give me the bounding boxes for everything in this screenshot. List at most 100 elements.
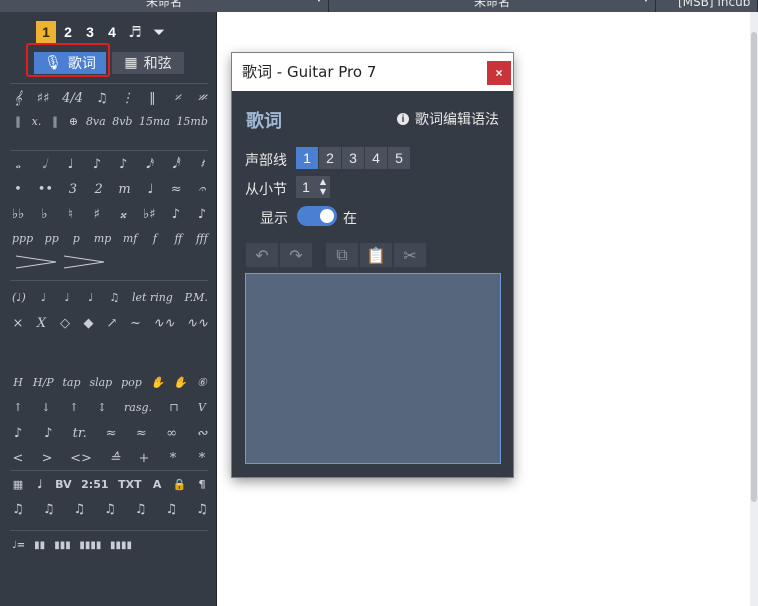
show-toggle[interactable] [297,206,337,226]
sharp-icon[interactable]: ♯ [91,207,103,222]
brush-up-icon[interactable]: ↑ [12,401,24,414]
ottava-up-icon[interactable]: 8va [86,115,106,128]
upstroke-icon[interactable]: V [196,401,208,414]
tap-icon[interactable]: tap [63,376,81,389]
track-4-button[interactable]: 4 [365,147,387,169]
voice-4-button[interactable]: 4 [102,21,122,43]
accent-icon[interactable]: ♩ [37,291,49,304]
volume-master-icon[interactable]: ▮▮▮ [54,540,71,551]
string-six-icon[interactable]: ⑥ [196,376,208,389]
tempo-icon[interactable]: ♩= [12,540,25,551]
legato-icon[interactable]: ♫ [108,291,120,304]
fingering-icon[interactable]: + [138,451,150,466]
close-button[interactable]: × [487,61,511,85]
chevron-down-icon[interactable]: ▼ [320,187,326,197]
voice-1-button[interactable]: 1 [36,21,56,43]
bar-line-icon[interactable]: ‖ [146,91,158,106]
track-2-button[interactable]: 2 [319,147,341,169]
quindicesima-up-icon[interactable]: 15ma [139,115,170,128]
sixteenth-note-icon[interactable]: ♪ [117,157,129,172]
chevron-up-icon[interactable]: ▲ [320,177,326,187]
tie-icon[interactable]: ♩ [144,182,156,197]
dynamic-p[interactable]: p [70,232,82,245]
let-ring-icon[interactable]: let ring [132,291,173,304]
repeat-open-icon[interactable]: ‖ [12,115,24,128]
dot-icon[interactable]: • [12,182,24,197]
flat-icon[interactable]: ♭ [38,207,50,222]
pedal-release-icon[interactable]: * [196,451,208,466]
rest-icon[interactable]: 𝄽 [196,157,208,172]
arpeggio-up-icon[interactable]: ↑ [68,401,80,414]
tuplet-icon[interactable]: m [118,182,130,197]
wave-icon[interactable]: ≈ [135,426,147,441]
staccato-icon[interactable]: ♩ [85,291,97,304]
double-bar-icon[interactable]: ⋮ [121,91,134,106]
pan-icon[interactable]: ▮▮▮▮ [79,540,101,551]
chord-button[interactable]: ▦ 和弦 [112,52,184,74]
pedal-icon[interactable]: * [167,451,179,466]
vertical-scrollbar[interactable] [750,12,758,606]
free-time-icon[interactable]: ♬ [124,21,146,43]
heavy-accent-icon[interactable]: ♩ [61,291,73,304]
decrescendo-mark-icon[interactable]: > [41,451,53,466]
track-3-button[interactable]: 3 [342,147,364,169]
arpeggio-down-icon[interactable]: ↕ [96,401,108,414]
ghost-note-icon[interactable]: (♩) [12,291,26,304]
hairpin-icons[interactable] [12,254,112,270]
dynamic-ppp[interactable]: ppp [12,232,33,245]
crescendo-mark-icon[interactable]: < [12,451,24,466]
half-note-icon[interactable]: 𝅗𝅥 [38,157,50,172]
timer-icon[interactable]: 2:51 [81,478,108,492]
chord-grid-icon[interactable]: ▦ [12,478,24,492]
stem-direction-icon[interactable]: ⏷ [148,21,170,43]
hammer-pull-icon[interactable]: H/P [33,376,54,389]
repeat-close-icon[interactable]: ‖ [49,115,61,128]
tremolo-bar-icon[interactable]: ≈ [105,426,117,441]
double-sharp-icon[interactable]: 𝄪 [117,207,129,222]
from-bar-stepper[interactable]: 1 ▲ ▼ [296,176,330,198]
harmonic-icon[interactable]: ◇ [59,316,71,331]
track-1-button[interactable]: 1 [296,147,318,169]
dynamic-fff[interactable]: fff [196,232,208,245]
undo-icon[interactable]: ↶ [246,243,278,267]
ottava-down-icon[interactable]: 8vb [112,115,132,128]
repeat-bar-icon[interactable]: 𝄎 [171,91,183,106]
duplet-icon[interactable]: 2 [93,182,105,197]
natural-icon[interactable]: ♮ [65,207,77,222]
beam-auto-secondary-icon[interactable]: ♫ [135,502,147,517]
inverted-turn-icon[interactable]: ∾ [196,426,208,441]
alternate-ending-icon[interactable]: x. [30,115,42,128]
rasgueado-icon[interactable]: rasg. [124,401,152,414]
brush-down-icon[interactable]: ↓ [40,401,52,414]
quindicesima-down-icon[interactable]: 15mb [176,115,207,128]
dynamic-mp[interactable]: mp [94,232,111,245]
turn-icon[interactable]: ∞ [166,426,178,441]
grace-note-icon[interactable]: ♪ [12,426,24,441]
dynamic-ff[interactable]: ff [172,232,184,245]
swell-icon[interactable]: <> [70,451,92,466]
whole-note-icon[interactable]: 𝅝 [12,157,24,172]
coda-icon[interactable]: ⊕ [67,115,79,128]
fermata-icon[interactable]: 𝄐 [196,182,208,197]
slap-icon[interactable]: slap [89,376,112,389]
left-hand-icon[interactable]: ✋ [151,376,165,389]
artificial-harmonic-icon[interactable]: ◆ [82,316,94,331]
clef-icon[interactable]: 𝄞 [12,91,24,106]
x-note-icon[interactable]: X [35,316,47,331]
text-icon[interactable]: TXT [118,478,142,492]
dynamic-f[interactable]: f [149,232,161,245]
downstroke-icon[interactable]: ⊓ [168,401,180,414]
section-icon[interactable]: A [151,478,163,492]
vibrato-icon[interactable]: ∿∿ [153,316,175,331]
beam-join-icon[interactable]: ♫ [43,502,55,517]
copy-icon[interactable]: ⧉ [326,243,358,267]
bend-icon[interactable]: ↗ [106,316,118,331]
wide-vibrato-icon[interactable]: ∿∿ [186,316,208,331]
lyrics-input[interactable] [245,273,501,464]
document-tab[interactable]: [MSB] Incub [656,0,758,12]
double-dot-icon[interactable]: •• [38,182,53,197]
lyrics-syntax-link[interactable]: i 歌词编辑语法 [397,109,499,129]
hammer-on-icon[interactable]: H [12,376,24,389]
beam-break-icon[interactable]: ♫ [73,502,85,517]
beam-split-icon[interactable]: ♫ [196,502,208,517]
